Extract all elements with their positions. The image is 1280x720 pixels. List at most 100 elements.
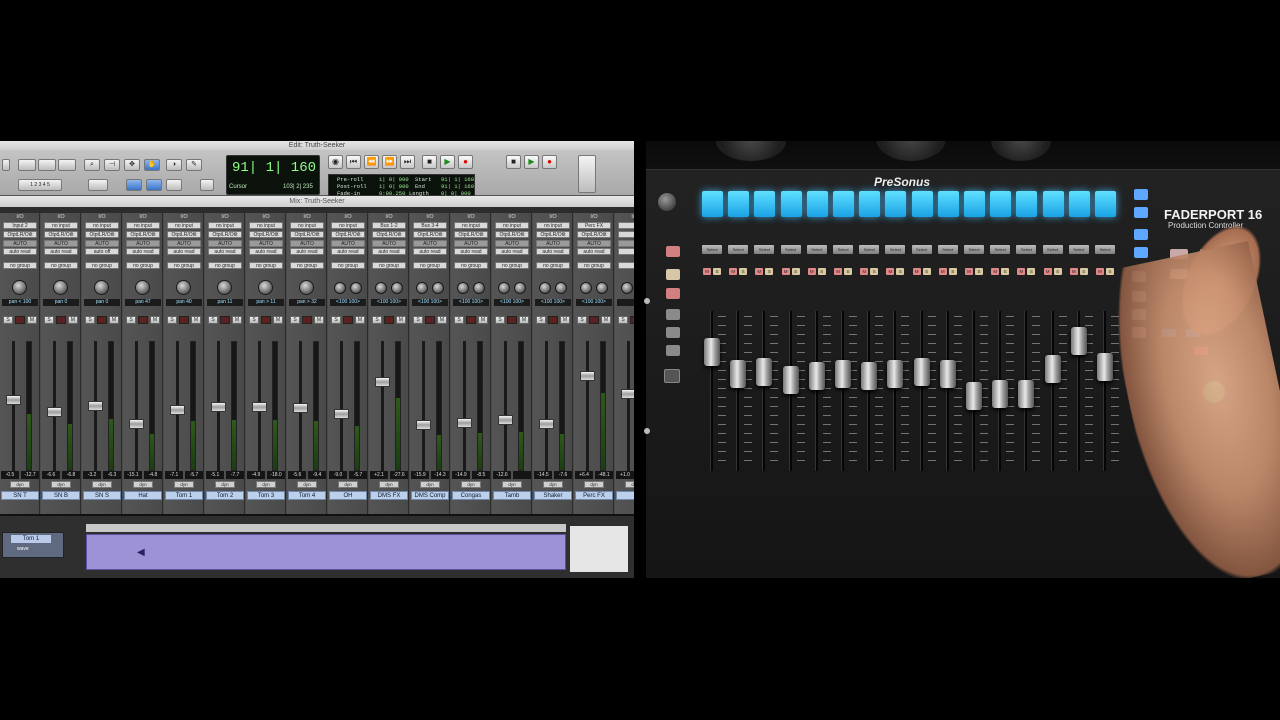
- volume-fader[interactable]: [6, 395, 21, 405]
- output-selector[interactable]: OtptLR/Otlt: [536, 231, 570, 238]
- solo-button[interactable]: S: [577, 316, 587, 324]
- track-name[interactable]: [616, 491, 634, 500]
- dyn-button[interactable]: dyn: [420, 481, 440, 488]
- select-button[interactable]: Select: [964, 245, 984, 254]
- return-to-zero-icon[interactable]: ⏮: [346, 155, 361, 169]
- mute-button[interactable]: M: [150, 316, 160, 324]
- select-button[interactable]: Select: [780, 245, 801, 254]
- input-selector[interactable]: Perc FX: [577, 222, 611, 229]
- select-button[interactable]: Select: [1068, 245, 1089, 254]
- mode-button[interactable]: [2, 159, 10, 171]
- mute-button[interactable]: M: [834, 268, 842, 275]
- motor-fader-cap[interactable]: [939, 360, 956, 388]
- solo-button[interactable]: S: [817, 268, 826, 275]
- output-selector[interactable]: OtptLR/Otlt: [249, 231, 283, 238]
- input-selector[interactable]: no input: [331, 222, 365, 229]
- record-arm-button[interactable]: [507, 316, 517, 324]
- link-timeline-button[interactable]: [126, 179, 142, 191]
- select-button[interactable]: Select: [702, 245, 722, 254]
- group-selector[interactable]: no group: [249, 262, 283, 269]
- input-selector[interactable]: Input 2: [3, 222, 37, 229]
- solo-button[interactable]: S: [739, 268, 748, 275]
- dyn-button[interactable]: dyn: [51, 481, 71, 488]
- pan-button[interactable]: [1134, 247, 1148, 258]
- input-selector[interactable]: no input: [85, 222, 119, 229]
- solo-button[interactable]: S: [85, 316, 95, 324]
- track-name[interactable]: DMS Comp: [411, 491, 449, 500]
- channel-pad[interactable]: [964, 191, 985, 217]
- solo-button[interactable]: S: [1079, 268, 1088, 275]
- mute-button[interactable]: M: [109, 316, 119, 324]
- channel-pad[interactable]: [990, 191, 1012, 217]
- group-selector[interactable]: no group: [372, 262, 406, 269]
- record-arm-button[interactable]: [630, 316, 634, 324]
- solo-button[interactable]: S: [844, 268, 852, 275]
- solo-button[interactable]: S: [413, 316, 423, 324]
- volume-fader[interactable]: [211, 402, 226, 413]
- record-arm-button[interactable]: [343, 316, 353, 324]
- dyn-button[interactable]: dyn: [461, 481, 481, 488]
- volume-fader[interactable]: [252, 402, 267, 413]
- input-selector[interactable]: Bus 1-2: [372, 222, 406, 229]
- mute-button[interactable]: M: [27, 316, 37, 324]
- start-value[interactable]: 91| 1| 160: [441, 176, 474, 183]
- play-icon[interactable]: ▶: [440, 155, 455, 169]
- output-selector[interactable]: [618, 231, 634, 238]
- select-button[interactable]: Select: [1042, 245, 1063, 254]
- volume-fader[interactable]: [47, 407, 62, 417]
- pan-right-knob[interactable]: [391, 282, 403, 294]
- output-selector[interactable]: OtptLR/Otlt: [290, 231, 324, 238]
- online-button[interactable]: ◉: [328, 155, 343, 169]
- track-name[interactable]: Tom 2: [206, 491, 244, 500]
- zoom-presets[interactable]: 1 2 3 4 5: [18, 179, 62, 191]
- automation-mode-selector[interactable]: auto read: [331, 248, 365, 255]
- automation-mode-selector[interactable]: auto read: [454, 248, 488, 255]
- select-button[interactable]: Select: [1016, 245, 1037, 254]
- pan-left-knob[interactable]: [580, 282, 592, 294]
- solo-clear-button[interactable]: [666, 269, 680, 280]
- spot-button[interactable]: [58, 159, 76, 171]
- automation-mode-selector[interactable]: auto read: [249, 248, 283, 255]
- pan-left-knob[interactable]: [457, 282, 469, 294]
- automation-mode-selector[interactable]: auto read: [413, 248, 447, 255]
- group-selector[interactable]: no group: [413, 262, 447, 269]
- trim-tool-icon[interactable]: ⊣: [104, 159, 120, 171]
- motor-fader-cap[interactable]: [913, 357, 930, 386]
- mute-button[interactable]: M: [68, 316, 78, 324]
- automation-mode-selector[interactable]: auto read: [536, 248, 570, 255]
- solo-button[interactable]: S: [44, 316, 54, 324]
- channel-pad[interactable]: [806, 191, 828, 217]
- channel-pad[interactable]: [1068, 191, 1090, 217]
- motor-fader-cap[interactable]: [730, 360, 747, 388]
- mute-button[interactable]: M: [938, 268, 947, 275]
- volume-fader[interactable]: [129, 419, 144, 429]
- scrubber-tool-icon[interactable]: ◑: [166, 159, 182, 171]
- automation-mode-selector[interactable]: auto read: [208, 248, 242, 255]
- channel-pad[interactable]: [885, 191, 907, 217]
- automation-mode-selector[interactable]: auto read: [495, 248, 529, 255]
- arm-button[interactable]: [666, 246, 680, 257]
- group-selector[interactable]: no group: [454, 262, 488, 269]
- pan-knob[interactable]: [12, 280, 27, 295]
- dyn-button[interactable]: dyn: [584, 481, 604, 488]
- pencil-tool-icon[interactable]: ✎: [186, 159, 202, 171]
- output-selector[interactable]: OtptLR/Otlt: [413, 231, 447, 238]
- mute-button[interactable]: M: [437, 316, 447, 324]
- pan-right-knob[interactable]: [350, 282, 362, 294]
- solo-button[interactable]: S: [372, 316, 382, 324]
- mini-counter-panel[interactable]: [578, 155, 596, 193]
- mute-button[interactable]: M: [965, 268, 973, 275]
- mute-button[interactable]: M: [991, 268, 1000, 275]
- motor-fader-cap[interactable]: [1018, 379, 1035, 408]
- record-arm-button[interactable]: [466, 316, 476, 324]
- volume-fader[interactable]: [580, 371, 595, 381]
- shuffle-button[interactable]: [18, 159, 36, 171]
- group-selector[interactable]: no group: [536, 262, 570, 269]
- solo-button[interactable]: S: [896, 268, 905, 275]
- automation-mode-selector[interactable]: auto read: [372, 248, 406, 255]
- track-name[interactable]: Tamb: [493, 491, 531, 500]
- input-selector[interactable]: [618, 222, 634, 229]
- motor-fader-cap[interactable]: [861, 362, 878, 391]
- mute-button[interactable]: M: [355, 316, 365, 324]
- track-mode-button[interactable]: [1134, 189, 1148, 200]
